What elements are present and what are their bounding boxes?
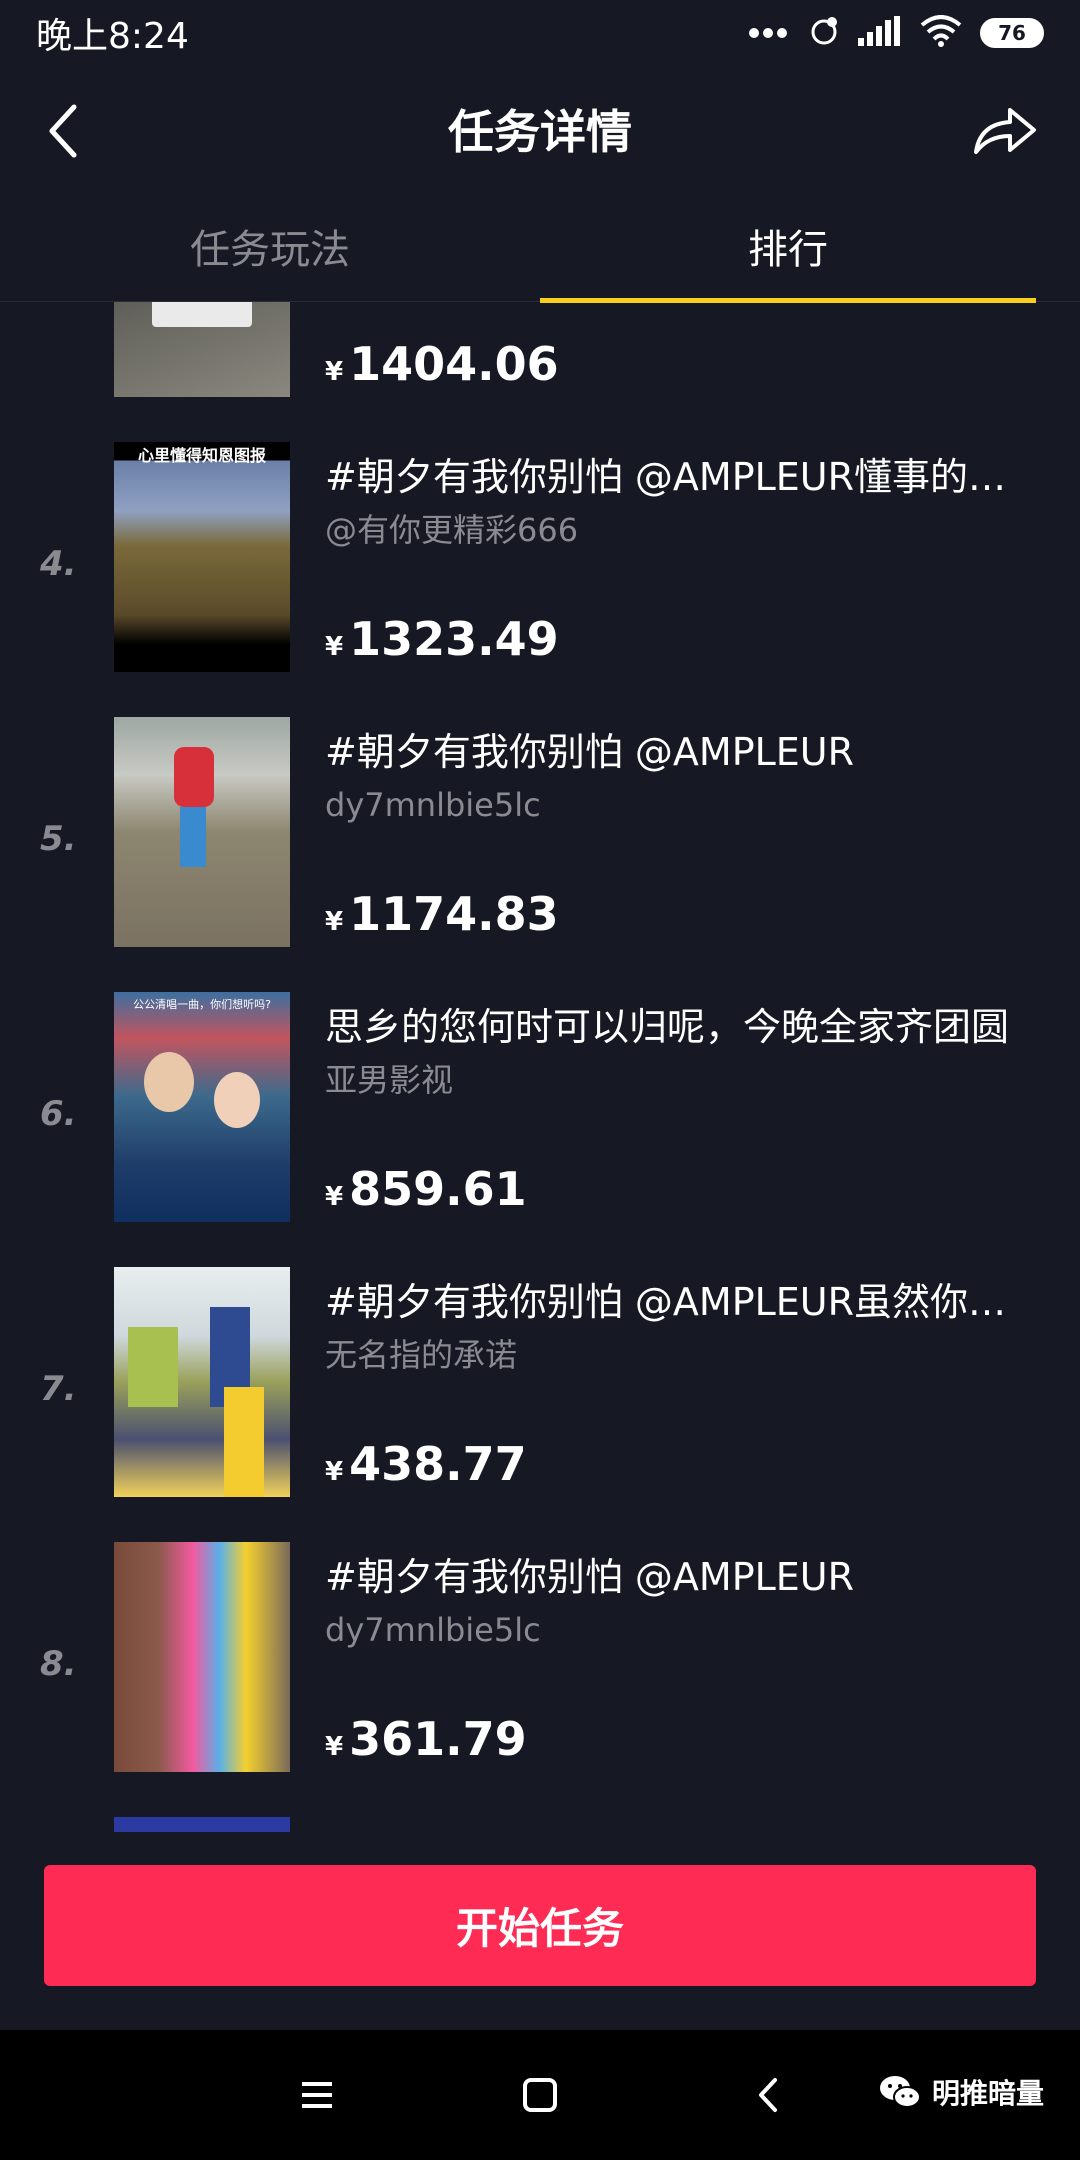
battery-icon: 76 (980, 18, 1044, 48)
item-info: 思乡的您何时可以归呢，今晚全家齐团圆 亚男影视 ¥ 859.61 (325, 992, 1040, 1222)
item-info: #朝夕有我你别怕 @AMPLEUR虽然你不在我身边 无名指的承诺 ¥ 438.7… (325, 1267, 1040, 1497)
list-item[interactable]: 8. #朝夕有我你别怕 @AMPLEUR dy7mnlbie5lc ¥ 361.… (0, 1542, 1080, 1817)
rank-number: 5. (40, 819, 77, 859)
status-time: 晚上8:24 (36, 16, 189, 57)
list-item[interactable]: 6. 公公清唱一曲，你们想听吗? 思乡的您何时可以归呢，今晚全家齐团圆 亚男影视… (0, 992, 1080, 1267)
list-item[interactable]: 5. #朝夕有我你别怕 @AMPLEUR dy7mnlbie5lc ¥ 1174… (0, 717, 1080, 992)
reward-amount: ¥ 859.61 (325, 1162, 527, 1216)
currency-symbol: ¥ (325, 632, 344, 662)
home-icon (523, 2078, 557, 2112)
video-thumbnail[interactable] (114, 1542, 290, 1772)
rank-number: 7. (40, 1369, 77, 1409)
item-info: ¥ 1404.06 (325, 302, 1040, 397)
video-title: 思乡的您何时可以归呢，今晚全家齐团圆 (325, 1005, 1010, 1049)
author-name: 无名指的承诺 (325, 1336, 518, 1374)
tab-bar: 任务玩法 排行 (0, 191, 1080, 303)
wifi-icon (920, 15, 962, 51)
amount-value: 859.61 (349, 1162, 527, 1216)
share-arrow-icon (974, 108, 1036, 154)
more-dots-icon (748, 24, 788, 43)
list-item[interactable]: 7. #朝夕有我你别怕 @AMPLEUR虽然你不在我身边 无名指的承诺 ¥ 43… (0, 1267, 1080, 1542)
header: 任务详情 (0, 66, 1080, 191)
tab-rules[interactable]: 任务玩法 (0, 191, 540, 301)
amount-value: 1404.06 (349, 337, 559, 391)
share-button[interactable] (970, 100, 1040, 160)
back-button[interactable] (40, 101, 90, 161)
list-item[interactable]: ¥ 1404.06 (0, 302, 1080, 442)
thumb-detail (128, 1327, 178, 1407)
video-thumbnail[interactable]: 公公清唱一曲，你们想听吗? (114, 992, 290, 1222)
list-item[interactable] (0, 1817, 1080, 1832)
screen: 晚上8:24 76 任务详情 任务玩法 排行 ¥ 1404.06 4. 心里懂得… (0, 0, 1080, 2160)
video-title: #朝夕有我你别怕 @AMPLEUR (325, 730, 855, 774)
currency-symbol: ¥ (325, 907, 344, 937)
system-back-button[interactable] (745, 2070, 795, 2120)
item-info: #朝夕有我你别怕 @AMPLEUR dy7mnlbie5lc ¥ 1174.83 (325, 717, 1040, 947)
rank-number: 6. (40, 1094, 77, 1134)
amount-value: 361.79 (349, 1712, 527, 1766)
chevron-left-icon (49, 104, 77, 158)
list-item[interactable]: 4. 心里懂得知恩图报 #朝夕有我你别怕 @AMPLEUR懂事的孩子 @有你更精… (0, 442, 1080, 717)
amount-value: 438.77 (349, 1437, 527, 1491)
thumb-detail (180, 807, 206, 867)
video-thumbnail[interactable] (114, 302, 290, 397)
system-nav-bar: 明推暗量 (0, 2030, 1080, 2160)
rank-number: 8. (40, 1644, 77, 1684)
status-icons: 76 (748, 14, 1044, 52)
tab-ranking[interactable]: 排行 (540, 191, 1036, 301)
currency-symbol: ¥ (325, 1732, 344, 1762)
reward-amount: ¥ 1174.83 (325, 887, 559, 941)
thumbnail-caption: 心里懂得知恩图报 (137, 446, 266, 465)
author-name: dy7mnlbie5lc (325, 1611, 541, 1649)
thumb-detail (152, 302, 252, 327)
ranking-list[interactable]: ¥ 1404.06 4. 心里懂得知恩图报 #朝夕有我你别怕 @AMPLEUR懂… (0, 302, 1080, 1832)
menu-button[interactable] (292, 2070, 342, 2120)
item-info: #朝夕有我你别怕 @AMPLEUR懂事的孩子 @有你更精彩666 ¥ 1323.… (325, 442, 1040, 672)
video-title: #朝夕有我你别怕 @AMPLEUR虽然你不在我身边 (325, 1280, 1040, 1324)
author-name: dy7mnlbie5lc (325, 786, 541, 824)
sync-icon (806, 14, 840, 52)
reward-amount: ¥ 1404.06 (325, 337, 559, 391)
thumb-detail (174, 747, 214, 807)
video-thumbnail[interactable]: 心里懂得知恩图报 (114, 442, 290, 672)
rank-number: 4. (40, 544, 77, 584)
reward-amount: ¥ 438.77 (325, 1437, 527, 1491)
start-task-button[interactable]: 开始任务 (44, 1865, 1036, 1986)
signal-icon (858, 16, 902, 50)
home-button[interactable] (515, 2070, 565, 2120)
page-title: 任务详情 (448, 104, 632, 159)
reward-amount: ¥ 1323.49 (325, 612, 559, 666)
video-thumbnail[interactable] (114, 717, 290, 947)
back-icon (759, 2078, 777, 2112)
video-thumbnail[interactable] (114, 1817, 290, 1832)
reward-amount: ¥ 361.79 (325, 1712, 527, 1766)
thumb-detail (214, 1072, 260, 1128)
author-name: @有你更精彩666 (325, 511, 579, 549)
currency-symbol: ¥ (325, 357, 344, 387)
video-title: #朝夕有我你别怕 @AMPLEUR (325, 1555, 855, 1599)
currency-symbol: ¥ (325, 1457, 344, 1487)
watermark-text: 明推暗量 (931, 2077, 1044, 2110)
item-info: #朝夕有我你别怕 @AMPLEUR dy7mnlbie5lc ¥ 361.79 (325, 1542, 1040, 1772)
wechat-icon (879, 2076, 921, 2108)
thumb-detail (224, 1387, 264, 1497)
thumbnail-caption: 公公清唱一曲，你们想听吗? (133, 998, 271, 1011)
status-bar: 晚上8:24 76 (0, 0, 1080, 66)
author-name: 亚男影视 (325, 1061, 454, 1099)
watermark: 明推暗量 (878, 2072, 1044, 2112)
menu-icon (302, 2082, 332, 2108)
cta-area: 开始任务 (0, 1832, 1080, 2030)
video-thumbnail[interactable] (114, 1267, 290, 1497)
video-title: #朝夕有我你别怕 @AMPLEUR懂事的孩子 (325, 455, 1040, 499)
amount-value: 1174.83 (349, 887, 559, 941)
currency-symbol: ¥ (325, 1182, 344, 1212)
amount-value: 1323.49 (349, 612, 559, 666)
thumb-detail (144, 1052, 194, 1112)
